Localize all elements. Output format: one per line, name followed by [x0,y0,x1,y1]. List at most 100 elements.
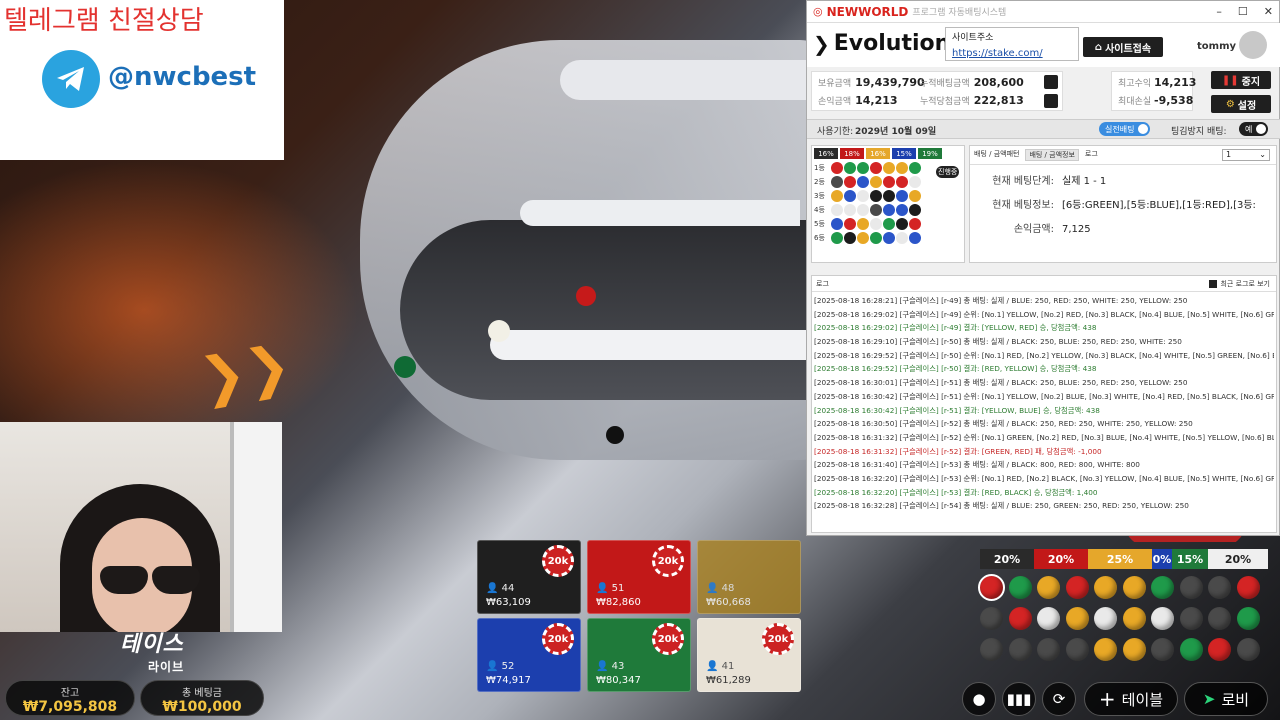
telegram-handle[interactable]: @nwcbest [108,62,256,92]
real-bet-toggle[interactable]: 실전배팅 [1099,122,1151,136]
minimize-button[interactable]: – [1216,5,1222,18]
bet-amount: ₩63,109 [486,597,531,608]
bet-tile[interactable]: 20k 👤 52 ₩74,917 [477,618,581,692]
site-url-link[interactable]: https://stake.com/ [952,48,1072,59]
bead-ball [844,218,856,230]
history-ball [1236,607,1260,630]
telegram-icon[interactable] [42,50,100,108]
cum-bet-label: 누적배팅금액 [920,79,970,89]
bet-tile[interactable]: 20k 👤 41 ₩61,289 [697,618,801,692]
bead-ball [831,176,843,188]
stats-button[interactable]: ▮▮▮ [1002,682,1036,716]
bead-ball [831,162,843,174]
history-ball [1236,576,1260,599]
bet-tile[interactable]: 👤 48 ₩60,668 [697,540,801,614]
chart-trend-icon[interactable] [1044,75,1058,89]
stop-button[interactable]: ❚❚ 중지 [1211,71,1271,89]
history-ball [1122,607,1146,630]
refresh-button[interactable]: ⟳ [1042,682,1076,716]
bead-row: 4등 [812,203,964,217]
clock-icon[interactable] [1044,94,1058,108]
bead-ball [844,232,856,244]
lobby-button[interactable]: ➤ 로비 [1184,682,1268,716]
history-ball [1151,576,1174,599]
player-count: 👤 48 [706,583,735,594]
log-line: [2025-08-18 16:29:02] [구슬레이스] [r-49] 결과:… [814,323,1097,333]
history-ball [1122,576,1146,599]
cum-bet-value: 208,600 [973,76,1024,89]
view-toggle-button[interactable]: ● [962,682,996,716]
lobby-label: 로비 [1221,690,1250,709]
newworld-window: ◎ NEWWORLD 프로그램 자동배팅시스템 – ☐ ✕ ❯ Evolutio… [806,0,1280,536]
bead-ball [883,204,895,216]
log-line: [2025-08-18 16:29:02] [구슬레이스] [r-49] 순위:… [814,309,1274,319]
round-select[interactable]: 1 ⌄ [1222,149,1270,161]
stat-segment: 15% [1172,549,1208,569]
log-line: [2025-08-18 16:28:21] [구슬레이스] [r-49] 총 배… [814,296,1188,305]
bead-header-pct: 18% [840,148,864,159]
bet-tile[interactable]: 20k 👤 43 ₩80,347 [587,618,691,692]
bead-ball [857,204,869,216]
tab-log[interactable]: 로그 [1085,149,1098,161]
bet-tile[interactable]: 20k 👤 44 ₩63,109 [477,540,581,614]
lobby-arrow-icon: ➤ [1202,690,1216,708]
history-ball [1008,638,1032,661]
add-table-button[interactable]: + 테이블 [1084,682,1178,716]
bead-ball [870,232,882,244]
history-ball [1208,638,1231,661]
tab-bet-info[interactable]: 배팅 / 금액정보 [1025,149,1079,161]
total-bet-value: ₩100,000 [162,699,242,715]
bead-ball [857,190,869,202]
round-select-value: 1 [1226,150,1232,159]
user-avatar-icon[interactable] [1239,31,1267,59]
history-ball [1151,638,1174,661]
history-ball [1179,638,1203,661]
bead-ball [896,176,908,188]
sunglasses [100,566,210,596]
ball-stat-bar: 20% 20% 25% 0% 15% 20% [980,549,1268,569]
window-brand-sub: 프로그램 자동배팅시스템 [912,8,1007,18]
options-bar: 사용기한: 2029년 10월 09일 실전배팅 팅김방지 배팅: 예 [807,119,1280,139]
history-ball [1236,638,1260,661]
bead-rank-label: 2등 [814,178,825,186]
evolution-chevron-icon: ❯ [813,31,830,56]
player-count: 👤 44 [486,583,515,594]
log-line: [2025-08-18 16:31:32] [구슬레이스] [r-52] 순위:… [814,432,1274,442]
bead-ball [870,218,882,230]
log-line: [2025-08-18 16:30:42] [구슬레이스] [r-51] 결과:… [814,405,1100,415]
recent-log-checkbox[interactable]: 최근 로그로 보기 [1209,279,1270,289]
log-line: [2025-08-18 16:30:01] [구슬레이스] [r-51] 총 배… [814,378,1188,388]
tab-bet-pattern[interactable]: 배팅 / 금액패턴 [974,149,1019,161]
history-ball [1065,607,1089,630]
anti-detect-label: 팅김방지 배팅: [1171,127,1227,137]
bead-ball [883,218,895,230]
anti-detect-toggle[interactable]: 예 [1239,122,1269,136]
log-line: [2025-08-18 16:29:10] [구슬레이스] [r-50] 총 배… [814,337,1182,347]
bead-ball [909,204,921,216]
close-button[interactable]: ✕ [1264,5,1273,18]
checkbox-icon [1209,280,1218,288]
maximize-button[interactable]: ☐ [1238,5,1248,18]
hold-value: 19,439,790 [855,76,925,89]
bead-row: 6등 [812,231,964,245]
stat-segment: 20% [1208,549,1268,569]
bet-tile[interactable]: 20k 👤 51 ₩82,860 [587,540,691,614]
track-arm [490,330,810,360]
bead-ball [896,204,908,216]
bet-amount: ₩60,668 [706,597,751,608]
window-header: ❯ Evolution 사이트주소 https://stake.com/ ⌂ 사… [807,23,1280,67]
history-ball [1179,607,1203,630]
pnl-label: 손익금액 [818,97,852,107]
bead-ball [909,190,921,202]
max-loss-value: -9,538 [1154,94,1194,107]
history-ball [980,607,1003,630]
history-ball [1094,638,1117,661]
site-connect-button[interactable]: ⌂ 사이트접속 [1083,37,1163,57]
streamer-webcam [0,422,282,632]
account-stats: 보유금액 19,439,790 누적배팅금액 208,600 손익금액 14,213 … [811,71,1063,111]
ball-row [978,574,1270,601]
bead-ball [896,190,908,202]
log-line: [2025-08-18 16:30:42] [구슬레이스] [r-51] 순위:… [814,391,1274,401]
settings-button[interactable]: ⚙ 설정 [1211,95,1271,113]
bead-ball [831,232,843,244]
